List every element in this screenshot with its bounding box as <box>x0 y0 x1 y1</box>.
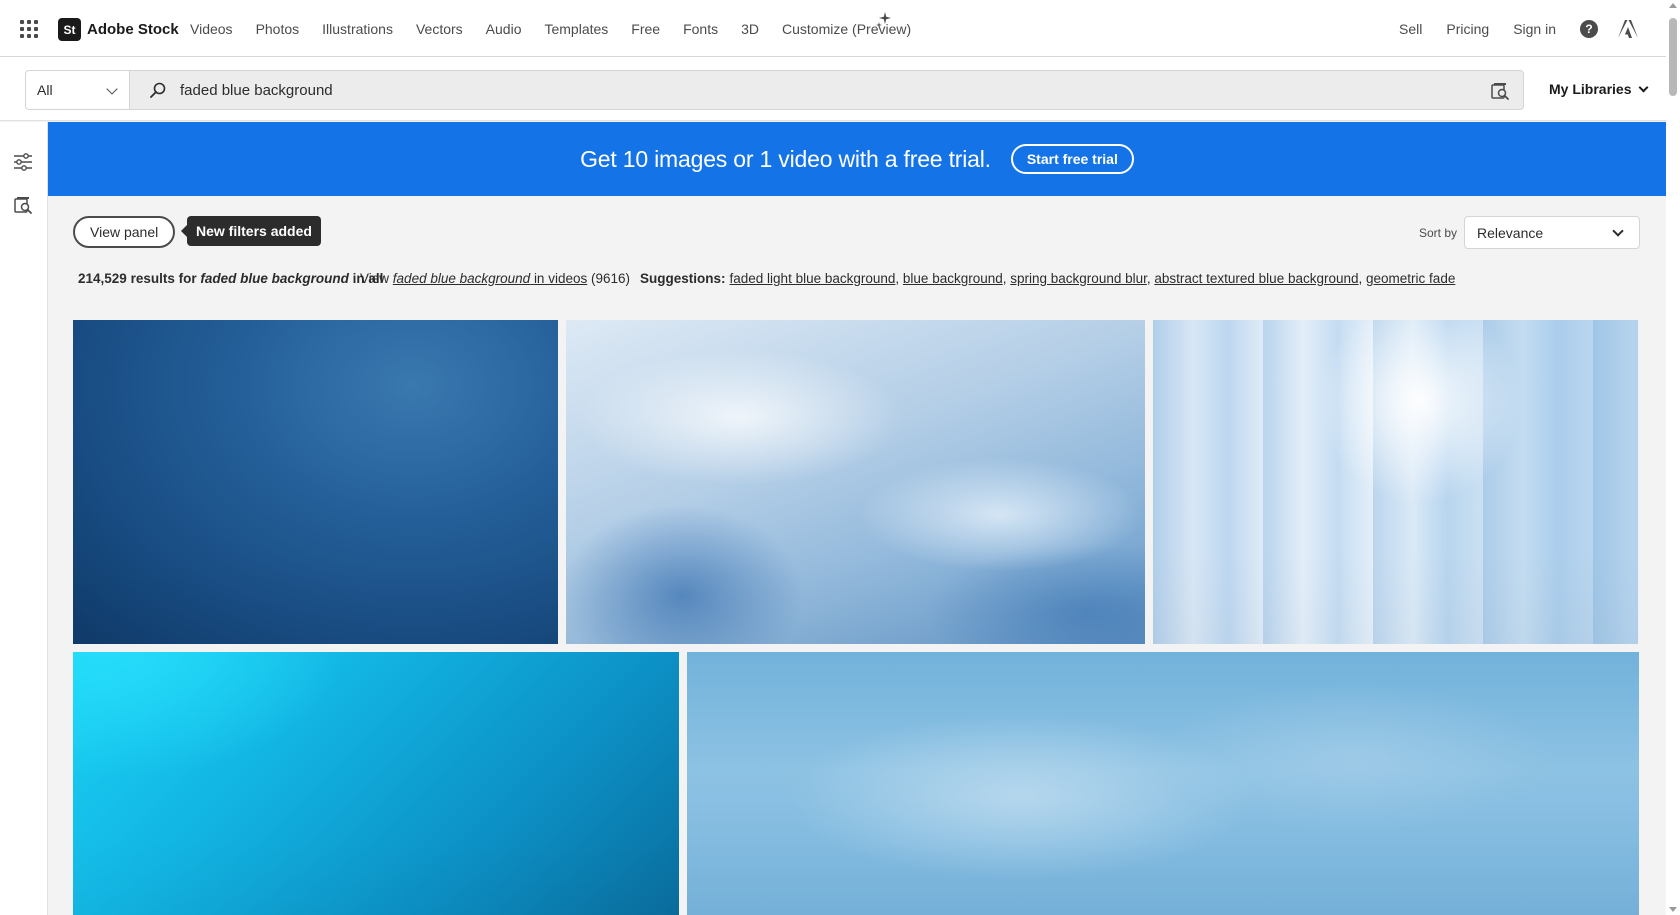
suggestion-link[interactable]: faded light blue background <box>730 271 896 286</box>
result-image[interactable] <box>1153 320 1638 644</box>
scroll-up-icon[interactable] <box>1669 3 1677 8</box>
search-box <box>129 70 1524 110</box>
results-query: faded blue background <box>200 271 349 286</box>
adobe-logo-icon[interactable] <box>1618 19 1638 38</box>
result-image[interactable] <box>687 652 1639 915</box>
brand-logo[interactable]: St Adobe Stock <box>58 18 179 41</box>
sparkle-icon <box>876 12 891 27</box>
result-image[interactable] <box>566 320 1145 644</box>
left-rail <box>0 122 48 915</box>
account-nav: Sell Pricing Sign in ? <box>1399 0 1680 57</box>
new-filters-tooltip: New filters added <box>181 216 321 246</box>
sort-value: Relevance <box>1477 224 1544 241</box>
suggestions: Suggestions: faded light blue background,… <box>640 271 1456 286</box>
suggestion-link[interactable]: abstract textured blue background <box>1154 271 1358 286</box>
scrollbar-thumb[interactable] <box>1669 18 1677 96</box>
banner-text: Get 10 images or 1 video with a free tri… <box>580 145 991 172</box>
apps-grid-icon[interactable] <box>20 20 38 38</box>
my-libraries-label: My Libraries <box>1549 81 1632 97</box>
search-bar-row: All My Libraries <box>0 57 1666 121</box>
filters-icon[interactable] <box>13 152 33 172</box>
nav-templates[interactable]: Templates <box>544 21 608 37</box>
asset-type-dropdown[interactable]: All <box>25 70 130 110</box>
nav-pricing[interactable]: Pricing <box>1446 21 1489 37</box>
chevron-down-icon <box>106 83 118 95</box>
main-nav: Videos Photos Illustrations Vectors Audi… <box>190 0 934 57</box>
sort-dropdown[interactable]: Relevance <box>1464 216 1640 249</box>
nav-sell[interactable]: Sell <box>1399 21 1422 37</box>
view-query: faded blue background <box>392 271 531 286</box>
nav-vectors[interactable]: Vectors <box>416 21 463 37</box>
search-input[interactable] <box>180 71 1380 109</box>
view-in-videos: View faded blue background in videos (96… <box>360 271 630 286</box>
suggestion-link[interactable]: spring background blur <box>1010 271 1147 286</box>
brand-name: Adobe Stock <box>87 21 179 38</box>
nav-fonts[interactable]: Fonts <box>683 21 718 37</box>
start-free-trial-button[interactable]: Start free trial <box>1010 144 1134 174</box>
view-panel-button[interactable]: View panel <box>73 216 176 248</box>
nav-photos[interactable]: Photos <box>256 21 300 37</box>
results-for-text: results for <box>130 271 197 286</box>
visual-search-icon[interactable] <box>1491 82 1509 100</box>
result-image[interactable] <box>73 652 679 915</box>
my-libraries-button[interactable]: My Libraries <box>1549 81 1649 97</box>
help-icon[interactable]: ? <box>1580 19 1598 38</box>
sign-in-link[interactable]: Sign in <box>1513 21 1556 37</box>
suggestions-label: Suggestions: <box>640 271 726 286</box>
video-count: (9616) <box>591 271 631 286</box>
sort-by-label: Sort by <box>1419 226 1458 240</box>
search-icon <box>150 82 166 98</box>
page-scrollbar[interactable] <box>1666 0 1680 915</box>
results-number: 214,529 <box>78 271 127 286</box>
nav-3d[interactable]: 3D <box>741 21 759 37</box>
scroll-down-icon[interactable] <box>1669 907 1677 912</box>
asset-type-value: All <box>37 82 53 98</box>
view-suffix: in videos <box>533 271 588 286</box>
chevron-down-icon <box>1612 225 1624 237</box>
nav-illustrations[interactable]: Illustrations <box>322 21 393 37</box>
view-prefix: View <box>360 271 390 286</box>
suggestion-link[interactable]: geometric fade <box>1366 271 1455 286</box>
nav-audio[interactable]: Audio <box>486 21 522 37</box>
suggestion-link[interactable]: blue background <box>903 271 1003 286</box>
visual-search-icon[interactable] <box>14 196 32 214</box>
stock-logo-icon: St <box>58 18 81 41</box>
results-count: 214,529 results for faded blue backgroun… <box>78 271 383 286</box>
nav-videos[interactable]: Videos <box>190 21 233 37</box>
free-trial-banner: Get 10 images or 1 video with a free tri… <box>48 122 1666 196</box>
nav-free[interactable]: Free <box>631 21 660 37</box>
result-image[interactable] <box>73 320 558 644</box>
top-navigation: St Adobe Stock Videos Photos Illustratio… <box>0 0 1680 57</box>
chevron-down-icon <box>1639 82 1649 92</box>
view-in-videos-link[interactable]: faded blue background in videos <box>393 271 587 286</box>
